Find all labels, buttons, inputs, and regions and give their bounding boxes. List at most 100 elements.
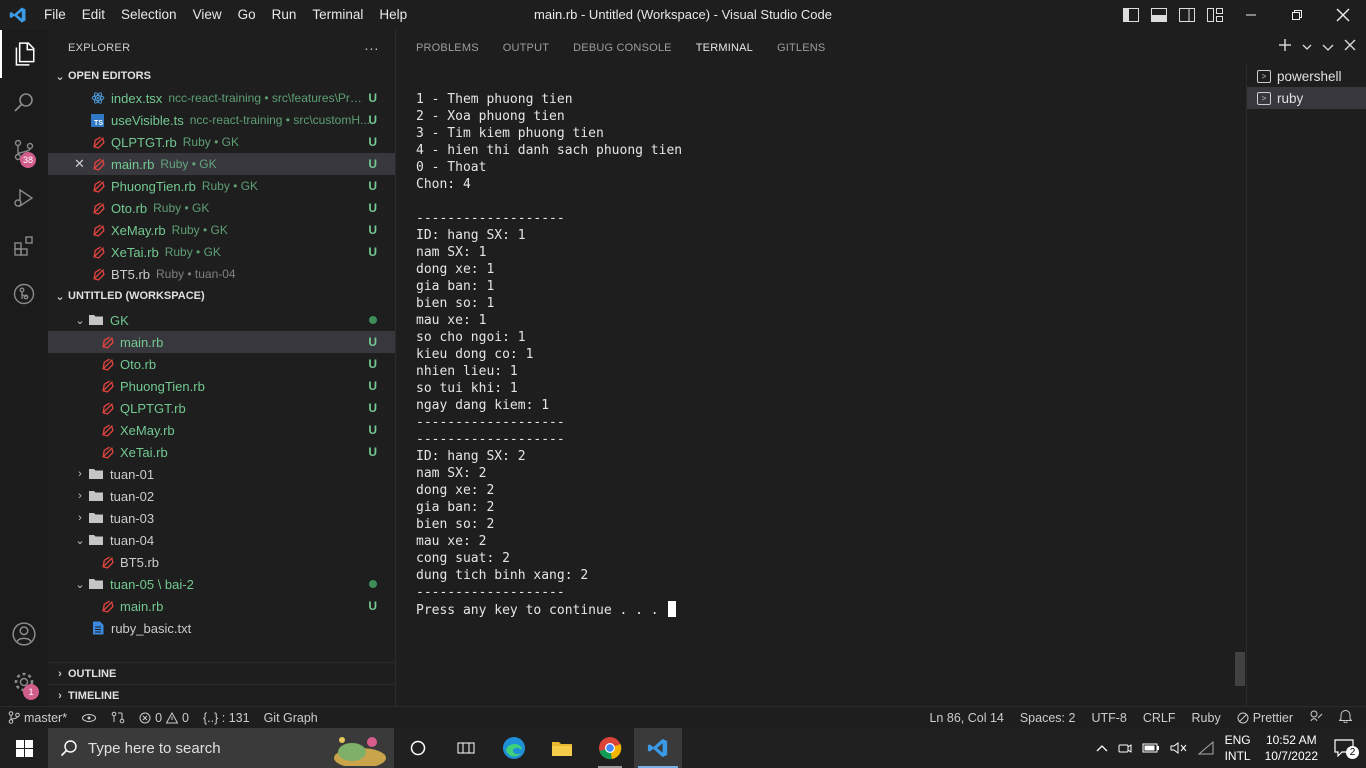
battery-icon[interactable]: [1137, 742, 1165, 754]
tab-terminal[interactable]: TERMINAL: [696, 42, 753, 54]
more-actions-icon[interactable]: ···: [364, 40, 379, 56]
menu-terminal[interactable]: Terminal: [304, 0, 371, 30]
tree-file[interactable]: main.rb U: [48, 595, 395, 617]
tree-file[interactable]: PhuongTien.rb U: [48, 375, 395, 397]
timeline-header[interactable]: › TIMELINE: [48, 684, 395, 706]
notifications-bell-icon[interactable]: [1338, 709, 1353, 726]
open-editor-item[interactable]: QLPTGT.rb Ruby • GK U: [48, 131, 395, 153]
action-center-icon[interactable]: 2: [1326, 739, 1366, 759]
close-panel-icon[interactable]: [1344, 39, 1356, 54]
edge-browser-icon[interactable]: [490, 728, 538, 768]
terminal-dropdown-icon[interactable]: [1302, 39, 1312, 54]
open-editor-item[interactable]: index.tsx ncc-react-training • src\featu…: [48, 87, 395, 109]
tab-output[interactable]: OUTPUT: [503, 42, 549, 54]
open-editor-item[interactable]: TS useVisible.ts ncc-react-training • sr…: [48, 109, 395, 131]
accounts-icon[interactable]: [0, 610, 48, 658]
menu-edit[interactable]: Edit: [74, 0, 113, 30]
meet-now-icon[interactable]: [1113, 741, 1137, 755]
tree-file[interactable]: BT5.rb: [48, 551, 395, 573]
menu-help[interactable]: Help: [371, 0, 415, 30]
terminal-line: -------------------: [416, 211, 565, 226]
feedback-icon[interactable]: [1309, 709, 1323, 726]
menu-selection[interactable]: Selection: [113, 0, 185, 30]
close-window-icon[interactable]: [1320, 0, 1366, 30]
chevron-right-icon: ›: [58, 667, 62, 680]
toggle-secondary-sidebar-icon[interactable]: [1176, 4, 1198, 26]
folder-tuan-05[interactable]: ⌄ tuan-05 \ bai-2: [48, 573, 395, 595]
open-editor-item[interactable]: XeTai.rb Ruby • GK U: [48, 241, 395, 263]
tree-file[interactable]: XeMay.rb U: [48, 419, 395, 441]
tree-file[interactable]: XeTai.rb U: [48, 441, 395, 463]
git-compare-icon[interactable]: [111, 711, 125, 724]
tab-debug-console[interactable]: DEBUG CONSOLE: [573, 42, 672, 54]
tab-problems[interactable]: PROBLEMS: [416, 42, 479, 54]
explorer-icon[interactable]: [0, 30, 48, 78]
open-editor-item-active[interactable]: ✕ main.rb Ruby • GK U: [48, 153, 395, 175]
folder-gk[interactable]: ⌄ GK: [48, 309, 395, 331]
taskbar-search-box[interactable]: Type here to search: [48, 728, 394, 768]
chrome-icon[interactable]: [586, 728, 634, 768]
tree-file-selected[interactable]: main.rb U: [48, 331, 395, 353]
outline-header[interactable]: › OUTLINE: [48, 662, 395, 684]
language-mode[interactable]: Ruby: [1192, 711, 1221, 725]
symbols-indicator[interactable]: {..} : 131: [203, 711, 250, 725]
restore-icon[interactable]: [1274, 0, 1320, 30]
new-terminal-icon[interactable]: [1278, 38, 1292, 55]
folder-tuan-02[interactable]: › tuan-02: [48, 485, 395, 507]
open-editor-item[interactable]: BT5.rb Ruby • tuan-04: [48, 263, 395, 285]
customize-layout-icon[interactable]: [1204, 4, 1226, 26]
open-editor-item[interactable]: Oto.rb Ruby • GK U: [48, 197, 395, 219]
menu-file[interactable]: File: [36, 0, 74, 30]
tab-gitlens[interactable]: GITLENS: [777, 42, 825, 54]
vscode-taskbar-icon[interactable]: [634, 728, 682, 768]
prettier-status[interactable]: Prettier: [1237, 711, 1293, 725]
workspace-header[interactable]: ⌄ UNTITLED (WORKSPACE): [48, 285, 395, 307]
end-of-line[interactable]: CRLF: [1143, 711, 1176, 725]
run-debug-icon[interactable]: [0, 174, 48, 222]
menu-run[interactable]: Run: [264, 0, 305, 30]
gitlens-icon[interactable]: [0, 270, 48, 318]
encoding[interactable]: UTF-8: [1091, 711, 1126, 725]
ruby-icon: [91, 267, 105, 281]
tree-file[interactable]: Oto.rb U: [48, 353, 395, 375]
close-editor-icon[interactable]: ✕: [74, 156, 91, 172]
extensions-icon[interactable]: [0, 222, 48, 270]
cursor-position[interactable]: Ln 86, Col 14: [929, 711, 1003, 725]
wifi-icon[interactable]: [1193, 741, 1219, 755]
manage-gear-icon[interactable]: 1: [0, 658, 48, 706]
show-hidden-icons-chevron-icon[interactable]: [1091, 744, 1113, 752]
maximize-panel-icon[interactable]: [1322, 39, 1334, 54]
git-branch[interactable]: master*: [8, 711, 67, 725]
menu-go[interactable]: Go: [230, 0, 264, 30]
volume-muted-icon[interactable]: [1165, 741, 1193, 755]
windows-start-icon[interactable]: [0, 728, 48, 768]
tree-file[interactable]: ruby_basic.txt: [48, 617, 395, 639]
problems-indicator[interactable]: 0 0: [139, 711, 189, 725]
source-control-icon[interactable]: 38: [0, 126, 48, 174]
terminal-output[interactable]: 1 - Them phuong tien 2 - Xoa phuong tien 3…: [416, 91, 1236, 619]
folder-tuan-03[interactable]: › tuan-03: [48, 507, 395, 529]
terminal-item-powershell[interactable]: > powershell: [1247, 65, 1366, 87]
timeline-icon[interactable]: [442, 728, 490, 768]
toggle-panel-icon[interactable]: [1148, 4, 1170, 26]
clock[interactable]: 10:52 AM 10/7/2022: [1257, 732, 1326, 764]
menu-view[interactable]: View: [185, 0, 230, 30]
tree-file[interactable]: QLPTGT.rb U: [48, 397, 395, 419]
sync-icon[interactable]: [81, 712, 97, 724]
open-editor-item[interactable]: PhuongTien.rb Ruby • GK U: [48, 175, 395, 197]
indentation[interactable]: Spaces: 2: [1020, 711, 1076, 725]
search-icon[interactable]: [0, 78, 48, 126]
folder-tuan-04[interactable]: ⌄ tuan-04: [48, 529, 395, 551]
file-explorer-icon[interactable]: [538, 728, 586, 768]
open-editor-item[interactable]: XeMay.rb Ruby • GK U: [48, 219, 395, 241]
git-graph-button[interactable]: Git Graph: [264, 711, 318, 725]
toggle-primary-sidebar-icon[interactable]: [1120, 4, 1142, 26]
folder-tuan-01[interactable]: › tuan-01: [48, 463, 395, 485]
open-editors-header[interactable]: ⌄ OPEN EDITORS: [48, 65, 395, 87]
terminal-scrollbar[interactable]: [1235, 652, 1245, 686]
task-view-icon[interactable]: [394, 728, 442, 768]
minimize-icon[interactable]: [1228, 0, 1274, 30]
terminal-item-ruby[interactable]: > ruby: [1247, 87, 1366, 109]
input-language[interactable]: ENG INTL: [1219, 732, 1257, 764]
terminal-cursor: [668, 601, 677, 617]
